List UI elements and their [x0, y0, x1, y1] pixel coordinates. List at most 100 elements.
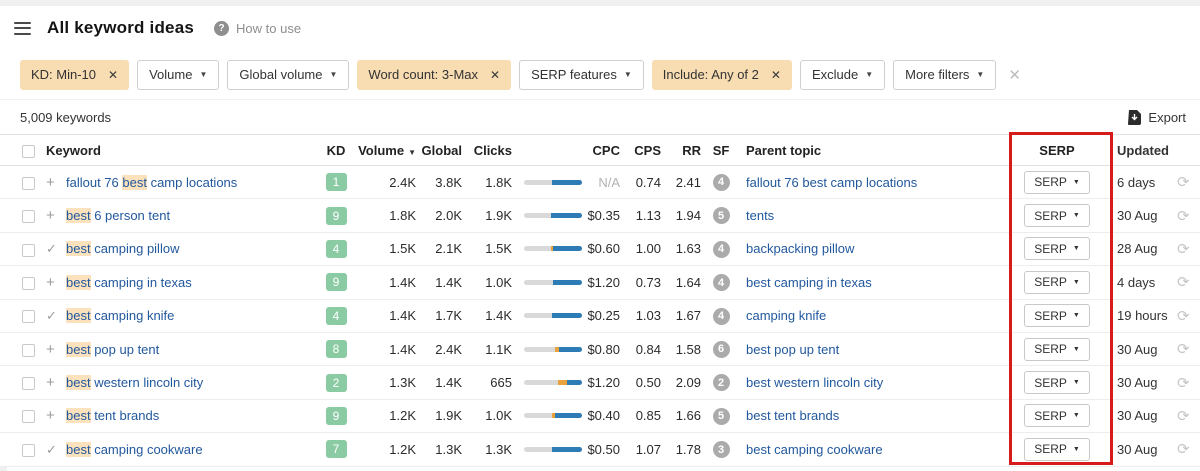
sf-badge: 2 — [712, 374, 730, 392]
filter-chip[interactable]: Exclude ▼ — [799, 59, 886, 90]
add-keyword-icon[interactable]: + — [46, 208, 55, 223]
serp-dropdown-button[interactable]: SERP ▼ — [1024, 304, 1090, 328]
add-keyword-icon[interactable]: + — [46, 408, 55, 423]
menu-icon[interactable] — [14, 21, 31, 35]
row-checkbox[interactable] — [22, 410, 35, 424]
parent-topic-link[interactable]: fallout 76 best camp locations — [746, 175, 917, 190]
row-checkbox[interactable] — [22, 343, 35, 357]
row-checkbox[interactable] — [22, 176, 35, 190]
rr-value: 1.78 — [675, 441, 701, 457]
sf-badge: 4 — [712, 173, 730, 191]
serp-dropdown-button[interactable]: SERP ▼ — [1024, 337, 1090, 361]
keyword-link[interactable]: fallout 76 best camp locations — [66, 174, 237, 190]
filter-chip[interactable]: More filters ▼ — [893, 59, 997, 90]
column-header-volume[interactable]: Volume ▼ — [356, 143, 416, 158]
parent-topic-link[interactable]: backpacking pillow — [746, 241, 854, 256]
column-header-clicks[interactable]: Clicks — [462, 143, 512, 158]
filter-chip[interactable]: Word count: 3-Max ✕ — [357, 59, 512, 90]
how-to-use-link[interactable]: ? How to use — [214, 20, 301, 36]
global-value: 1.4K — [435, 274, 462, 290]
parent-topic-link[interactable]: best pop up tent — [746, 342, 839, 357]
add-keyword-icon[interactable]: + — [46, 275, 55, 290]
row-checkbox[interactable] — [22, 276, 35, 290]
column-header-parent-topic[interactable]: Parent topic — [741, 143, 1001, 158]
serp-dropdown-button[interactable]: SERP ▼ — [1024, 237, 1090, 261]
serp-dropdown-button[interactable]: SERP ▼ — [1024, 204, 1090, 228]
keyword-link[interactable]: best western lincoln city — [66, 375, 203, 391]
row-checkbox[interactable] — [22, 210, 35, 224]
clear-all-filters-icon[interactable]: ✕ — [1008, 66, 1021, 84]
organic-clicks-segment — [550, 213, 582, 219]
rr-value: 1.66 — [675, 408, 701, 424]
column-header-keyword[interactable]: Keyword — [46, 143, 316, 158]
serp-button-label: SERP — [1034, 175, 1067, 190]
sf-badge: 4 — [712, 307, 730, 325]
column-header-cpc[interactable]: CPC — [582, 143, 620, 158]
parent-topic-link[interactable]: camping knife — [746, 308, 826, 323]
filter-chip[interactable]: Global volume ▼ — [227, 59, 350, 90]
filter-chip[interactable]: Include: Any of 2 ✕ — [651, 59, 792, 90]
parent-topic-link[interactable]: best western lincoln city — [746, 375, 883, 390]
sort-caret-icon: ▼ — [408, 147, 416, 157]
column-header-sf[interactable]: SF — [701, 143, 741, 158]
add-keyword-icon[interactable]: ✓ — [46, 241, 57, 256]
row-checkbox[interactable] — [22, 377, 35, 391]
row-checkbox[interactable] — [22, 443, 35, 457]
column-header-updated[interactable]: Updated — [1113, 143, 1177, 158]
cps-value: 0.73 — [635, 274, 661, 290]
filter-chip[interactable]: Volume ▼ — [137, 59, 220, 90]
parent-topic-link[interactable]: best tent brands — [746, 408, 839, 423]
chevron-down-icon: ▼ — [976, 70, 985, 79]
select-all-checkbox[interactable] — [22, 144, 35, 158]
table-row: ✓ best camping pillow 4 1.5K 2.1K 1.5K $… — [0, 232, 1200, 267]
parent-topic-link[interactable]: tents — [746, 208, 774, 223]
serp-dropdown-button[interactable]: SERP ▼ — [1024, 170, 1090, 194]
refresh-icon[interactable]: ⟳ — [1177, 441, 1190, 458]
cpc-value: $0.50 — [587, 441, 620, 457]
parent-topic-link[interactable]: best camping in texas — [746, 275, 872, 290]
refresh-icon[interactable]: ⟳ — [1177, 308, 1190, 325]
row-checkbox[interactable] — [22, 310, 35, 324]
keyword-link[interactable]: best 6 person tent — [66, 208, 170, 224]
filter-chip[interactable]: KD: Min-10 ✕ — [20, 59, 130, 90]
column-header-kd[interactable]: KD — [316, 143, 356, 158]
keyword-link[interactable]: best camping knife — [66, 308, 174, 324]
refresh-icon[interactable]: ⟳ — [1177, 375, 1190, 392]
keyword-link[interactable]: best pop up tent — [66, 341, 159, 357]
keyword-link[interactable]: best camping cookware — [66, 441, 203, 457]
refresh-icon[interactable]: ⟳ — [1177, 208, 1190, 225]
keyword-link[interactable]: best tent brands — [66, 408, 159, 424]
remove-filter-icon[interactable]: ✕ — [771, 68, 781, 82]
add-keyword-icon[interactable]: + — [46, 375, 55, 390]
serp-dropdown-button[interactable]: SERP ▼ — [1024, 437, 1090, 461]
serp-dropdown-button[interactable]: SERP ▼ — [1024, 371, 1090, 395]
organic-clicks-segment — [553, 279, 582, 285]
keyword-link[interactable]: best camping in texas — [66, 274, 192, 290]
remove-filter-icon[interactable]: ✕ — [108, 68, 118, 82]
column-header-rr[interactable]: RR — [661, 143, 701, 158]
keyword-text-highlight: best — [66, 441, 91, 457]
add-keyword-icon[interactable]: + — [46, 175, 55, 190]
refresh-icon[interactable]: ⟳ — [1177, 241, 1190, 258]
row-checkbox[interactable] — [22, 243, 35, 257]
refresh-icon[interactable]: ⟳ — [1177, 341, 1190, 358]
add-keyword-icon[interactable]: ✓ — [46, 308, 57, 323]
column-header-global[interactable]: Global — [416, 143, 462, 158]
filter-chip-label: Include: Any of 2 — [662, 67, 759, 82]
export-button[interactable]: Export — [1128, 109, 1186, 125]
parent-topic-link[interactable]: best camping cookware — [746, 442, 883, 457]
volume-value: 1.4K — [389, 274, 416, 290]
column-header-cps[interactable]: CPS — [620, 143, 661, 158]
refresh-icon[interactable]: ⟳ — [1177, 408, 1190, 425]
column-header-serp[interactable]: SERP — [1001, 143, 1113, 158]
serp-dropdown-button[interactable]: SERP ▼ — [1024, 404, 1090, 428]
filter-chip[interactable]: SERP features ▼ — [519, 59, 644, 90]
serp-dropdown-button[interactable]: SERP ▼ — [1024, 270, 1090, 294]
keyword-link[interactable]: best camping pillow — [66, 241, 179, 257]
add-keyword-icon[interactable]: ✓ — [46, 442, 57, 457]
kd-badge: 1 — [325, 173, 347, 192]
add-keyword-icon[interactable]: + — [46, 342, 55, 357]
remove-filter-icon[interactable]: ✕ — [490, 68, 500, 82]
refresh-icon[interactable]: ⟳ — [1177, 274, 1190, 291]
refresh-icon[interactable]: ⟳ — [1177, 174, 1190, 191]
